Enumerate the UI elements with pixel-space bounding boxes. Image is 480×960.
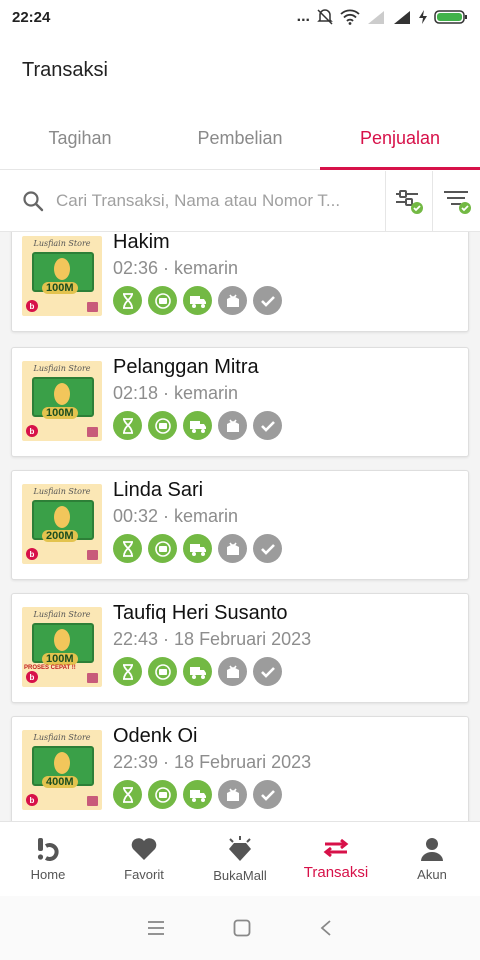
filter-check-icon (443, 191, 471, 214)
status-time: 22:24 (12, 8, 51, 26)
package-icon (218, 657, 247, 686)
product-thumbnail: Lusfiain Store 200M b (22, 484, 102, 564)
package-icon (218, 534, 247, 563)
tab-tagihan[interactable]: Tagihan (0, 108, 160, 169)
status-steps (113, 780, 282, 809)
product-thumbnail: Lusfiain Store 100M PROSES CEPAT !! b (22, 607, 102, 687)
transaction-tabs: Tagihan Pembelian Penjualan (0, 108, 480, 170)
transaction-date: 02:18 · kemarin (113, 383, 239, 403)
payment-icon (148, 657, 177, 686)
wifi-icon (340, 9, 360, 25)
package-icon (218, 286, 247, 315)
transaction-card[interactable]: Lusfiain Store 100M PROSES CEPAT !! b Ta… (11, 593, 469, 703)
battery-icon (434, 10, 467, 24)
more-dots-icon: ... (296, 8, 310, 25)
filter-settings-button[interactable] (386, 171, 433, 231)
search-box (0, 171, 386, 231)
product-thumbnail: Lusfiain Store 400M b (22, 730, 102, 810)
check-icon (253, 411, 282, 440)
transaction-card[interactable]: Lusfiain Store 100M b Hakim 02:36 · kema… (11, 232, 469, 332)
mute-icon (317, 9, 333, 25)
home-square-icon[interactable] (233, 919, 251, 937)
package-icon (218, 780, 247, 809)
payment-icon (148, 411, 177, 440)
search-row (0, 171, 480, 232)
nav-home[interactable]: Home (0, 822, 96, 896)
hourglass-icon (113, 534, 142, 563)
sliders-check-icon (396, 190, 423, 214)
charging-icon (419, 10, 427, 24)
signal-icon (394, 11, 410, 24)
buyer-name: Taufiq Heri Susanto (113, 602, 288, 624)
person-icon (421, 838, 443, 861)
nav-bukamall[interactable]: BukaMall (192, 822, 288, 896)
search-input[interactable] (56, 191, 356, 211)
page-title: Transaksi (22, 58, 108, 81)
filter-list-button[interactable] (433, 171, 480, 231)
status-steps (113, 411, 282, 440)
system-nav-bar (0, 896, 480, 960)
hourglass-icon (113, 411, 142, 440)
transaction-date: 02:36 · kemarin (113, 258, 239, 278)
buyer-name: Odenk Oi (113, 725, 198, 747)
truck-icon (183, 411, 212, 440)
truck-icon (183, 780, 212, 809)
transaction-card[interactable]: Lusfiain Store 100M b Pelanggan Mitra 02… (11, 347, 469, 457)
diamond-icon (229, 836, 251, 861)
product-thumbnail: Lusfiain Store 100M b (22, 236, 102, 316)
bottom-nav: Home Favorit BukaMall Transaksi Akun (0, 821, 480, 896)
payment-icon (148, 286, 177, 315)
status-steps (113, 657, 282, 686)
status-steps (113, 286, 282, 315)
buyer-name: Linda Sari (113, 479, 204, 501)
nav-favorit[interactable]: Favorit (96, 822, 192, 896)
nav-akun[interactable]: Akun (384, 822, 480, 896)
check-icon (253, 534, 282, 563)
check-icon (253, 286, 282, 315)
heart-icon (131, 838, 157, 860)
app-bar: Transaksi (0, 34, 480, 106)
search-icon (23, 191, 44, 212)
transaction-date: 00:32 · kemarin (113, 506, 239, 526)
payment-icon (148, 534, 177, 563)
check-icon (253, 657, 282, 686)
buyer-name: Hakim (113, 232, 170, 253)
tab-pembelian[interactable]: Pembelian (160, 108, 320, 169)
signal-empty-icon (368, 11, 384, 24)
transaction-card[interactable]: Lusfiain Store 400M b Odenk Oi 22:39 · 1… (11, 716, 469, 821)
swap-arrows-icon (323, 838, 349, 858)
tab-penjualan[interactable]: Penjualan (320, 108, 480, 170)
nav-transaksi[interactable]: Transaksi (288, 822, 384, 896)
buyer-name: Pelanggan Mitra (113, 356, 259, 378)
truck-icon (183, 657, 212, 686)
hourglass-icon (113, 657, 142, 686)
transaction-card[interactable]: Lusfiain Store 200M b Linda Sari 00:32 ·… (11, 470, 469, 580)
hourglass-icon (113, 286, 142, 315)
transaction-list: Lusfiain Store 100M b Hakim 02:36 · kema… (0, 232, 480, 821)
status-bar: 22:24 ... (0, 0, 480, 34)
transaction-date: 22:39 · 18 Februari 2023 (113, 752, 312, 772)
bukalapak-logo-icon (37, 838, 59, 861)
payment-icon (148, 780, 177, 809)
transaction-date: 22:43 · 18 Februari 2023 (113, 629, 312, 649)
back-icon[interactable] (319, 919, 333, 937)
hourglass-icon (113, 780, 142, 809)
status-icons: ... (297, 8, 468, 26)
package-icon (218, 411, 247, 440)
status-steps (113, 534, 282, 563)
truck-icon (183, 286, 212, 315)
truck-icon (183, 534, 212, 563)
product-thumbnail: Lusfiain Store 100M b (22, 361, 102, 441)
menu-icon[interactable] (147, 920, 165, 936)
check-icon (253, 780, 282, 809)
